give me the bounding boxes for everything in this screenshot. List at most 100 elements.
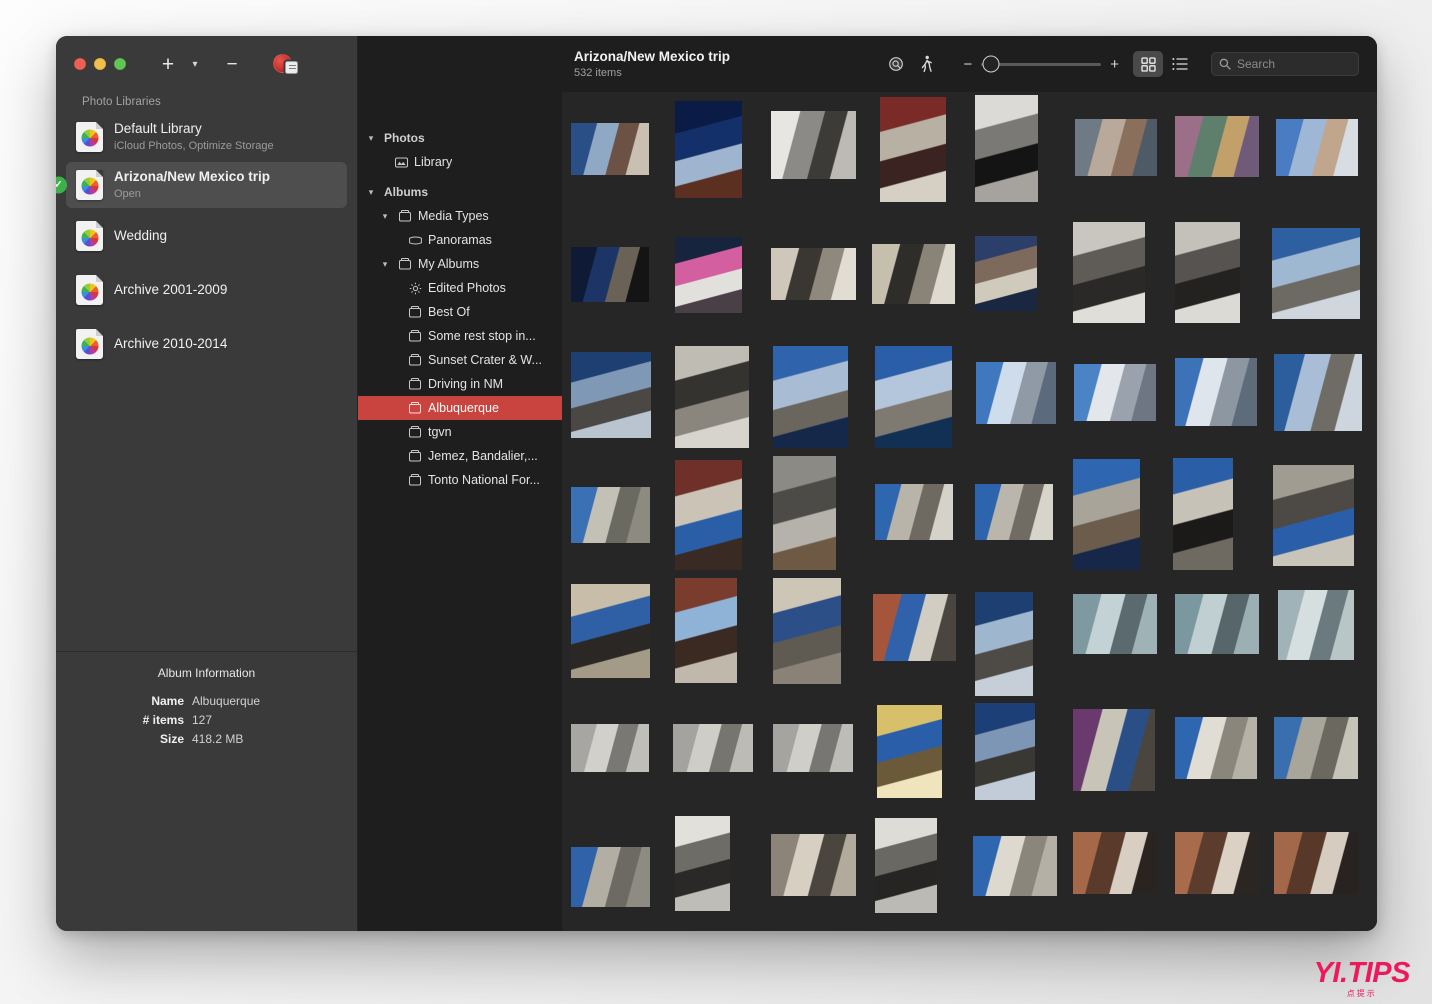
- photo-thumbnail[interactable]: [1074, 364, 1156, 421]
- photo-thumbnail[interactable]: [571, 584, 650, 678]
- photo-thumbnail[interactable]: [675, 816, 730, 911]
- photo-thumbnail[interactable]: [1272, 228, 1360, 319]
- sidebar-item-panoramas[interactable]: Panoramas: [358, 228, 562, 252]
- sidebar-item-some-rest-stop[interactable]: Some rest stop in...: [358, 324, 562, 348]
- photo-thumbnail[interactable]: [875, 484, 953, 540]
- slider-knob[interactable]: [983, 56, 1000, 73]
- photo-thumbnail[interactable]: [1175, 222, 1240, 323]
- library-item-default[interactable]: Default Library iCloud Photos, Optimize …: [66, 114, 347, 160]
- photo-thumbnail[interactable]: [773, 578, 841, 684]
- photo-thumbnail[interactable]: [771, 111, 856, 179]
- sidebar-section-photos[interactable]: ▾ Photos: [358, 126, 562, 150]
- photo-thumbnail[interactable]: [975, 484, 1053, 540]
- photo-thumbnail[interactable]: [1175, 717, 1257, 779]
- photo-thumbnail[interactable]: [1073, 709, 1155, 791]
- photo-thumbnail[interactable]: [1175, 116, 1259, 177]
- library-item-archive-2010-2014[interactable]: Archive 2010-2014: [66, 318, 347, 370]
- photo-thumbnail[interactable]: [1073, 832, 1157, 894]
- photo-thumbnail[interactable]: [975, 592, 1033, 696]
- sidebar-item-tgvn[interactable]: tgvn: [358, 420, 562, 444]
- sidebar-item-my-albums[interactable]: ▾ My Albums: [358, 252, 562, 276]
- zoom-out-icon[interactable]: −: [963, 57, 972, 72]
- photo-thumbnail[interactable]: [773, 456, 836, 570]
- sidebar-item-edited-photos[interactable]: Edited Photos: [358, 276, 562, 300]
- photo-thumbnail[interactable]: [1075, 119, 1157, 176]
- photo-thumbnail[interactable]: [1276, 119, 1358, 176]
- person-walking-icon[interactable]: [911, 51, 941, 77]
- zoom-photo-icon[interactable]: [881, 51, 911, 77]
- photo-thumbnail[interactable]: [875, 818, 937, 913]
- photo-thumbnail[interactable]: [1175, 594, 1259, 654]
- record-badge-icon[interactable]: [273, 52, 299, 76]
- photo-thumbnail[interactable]: [571, 487, 650, 543]
- photo-thumbnail[interactable]: [1274, 717, 1358, 779]
- remove-library-button[interactable]: −: [220, 52, 244, 76]
- photo-thumbnail[interactable]: [1173, 458, 1233, 570]
- sidebar-item-media-types[interactable]: ▾ Media Types: [358, 204, 562, 228]
- photo-thumbnail[interactable]: [571, 724, 649, 772]
- sidebar-item-best-of[interactable]: Best Of: [358, 300, 562, 324]
- photo-thumbnail[interactable]: [571, 123, 649, 175]
- photo-thumbnail[interactable]: [975, 236, 1037, 311]
- photo-thumbnail[interactable]: [1278, 590, 1354, 660]
- sidebar-section-albums[interactable]: ▾ Albums: [358, 180, 562, 204]
- sidebar-item-label: tgvn: [428, 425, 452, 439]
- album-info-value: 127: [192, 713, 212, 727]
- photo-thumbnail[interactable]: [571, 847, 650, 907]
- photo-libraries-header: Photo Libraries: [56, 92, 357, 112]
- library-item-wedding[interactable]: Wedding: [66, 210, 347, 262]
- photo-thumbnail[interactable]: [975, 703, 1035, 800]
- photo-thumbnail[interactable]: [1175, 832, 1259, 894]
- photo-thumbnail[interactable]: [976, 362, 1056, 424]
- slider-track[interactable]: [981, 63, 1101, 66]
- photo-thumbnail[interactable]: [975, 95, 1038, 202]
- add-library-button[interactable]: +: [156, 52, 180, 76]
- photo-thumbnail[interactable]: [877, 705, 942, 798]
- photo-thumbnail[interactable]: [675, 460, 742, 570]
- search-field[interactable]: Search: [1211, 52, 1359, 76]
- photo-thumbnail[interactable]: [1274, 354, 1362, 431]
- close-window-icon[interactable]: [74, 58, 86, 70]
- list-view-button[interactable]: [1165, 51, 1195, 77]
- library-item-arizona-new-mexico-trip[interactable]: ✓ Arizona/New Mexico trip Open: [66, 162, 347, 208]
- photo-thumbnail[interactable]: [673, 724, 753, 772]
- photo-thumbnail[interactable]: [1274, 832, 1358, 894]
- photo-thumbnail[interactable]: [771, 248, 856, 300]
- chevron-down-icon[interactable]: ▾: [183, 52, 207, 76]
- traffic-light-controls[interactable]: [74, 58, 126, 70]
- photo-thumbnail[interactable]: [873, 594, 956, 661]
- thumbnail-size-slider[interactable]: − +: [963, 57, 1119, 72]
- sidebar-item-sunset-crater[interactable]: Sunset Crater & W...: [358, 348, 562, 372]
- photo-thumbnail[interactable]: [1073, 222, 1145, 323]
- photo-thumbnail[interactable]: [1073, 594, 1157, 654]
- grid-view-button[interactable]: [1133, 51, 1163, 77]
- photo-thumbnail[interactable]: [571, 352, 651, 438]
- photo-thumbnail[interactable]: [872, 244, 955, 304]
- maximize-window-icon[interactable]: [114, 58, 126, 70]
- photo-thumbnail[interactable]: [1073, 459, 1140, 570]
- photo-thumbnail[interactable]: [880, 97, 946, 202]
- photo-thumbnail[interactable]: [675, 578, 737, 683]
- photo-thumbnail[interactable]: [1175, 358, 1257, 426]
- photo-thumbnail[interactable]: [771, 834, 856, 896]
- photo-thumbnail[interactable]: [875, 346, 952, 448]
- zoom-in-icon[interactable]: +: [1110, 57, 1119, 72]
- sidebar-item-jemez-bandalier[interactable]: Jemez, Bandalier,...: [358, 444, 562, 468]
- minimize-window-icon[interactable]: [94, 58, 106, 70]
- sidebar-item-library[interactable]: Library: [358, 150, 562, 174]
- sidebar-item-driving-in-nm[interactable]: Driving in NM: [358, 372, 562, 396]
- photo-thumbnail[interactable]: [675, 237, 742, 313]
- library-item-archive-2001-2009[interactable]: Archive 2001-2009: [66, 264, 347, 316]
- photo-thumbnail[interactable]: [675, 101, 742, 198]
- photo-thumbnail-grid[interactable]: [562, 92, 1377, 931]
- photo-thumbnail[interactable]: [1273, 465, 1354, 566]
- sidebar-item-albuquerque[interactable]: Albuquerque: [358, 396, 562, 420]
- photo-thumbnail[interactable]: [773, 346, 848, 448]
- folder-icon: [398, 258, 412, 270]
- photo-thumbnail[interactable]: [773, 724, 853, 772]
- sidebar-item-tonto-national-forest[interactable]: Tonto National For...: [358, 468, 562, 492]
- document-badge-icon: [285, 61, 298, 74]
- photo-thumbnail[interactable]: [675, 346, 749, 448]
- photo-thumbnail[interactable]: [571, 247, 649, 302]
- photo-thumbnail[interactable]: [973, 836, 1057, 896]
